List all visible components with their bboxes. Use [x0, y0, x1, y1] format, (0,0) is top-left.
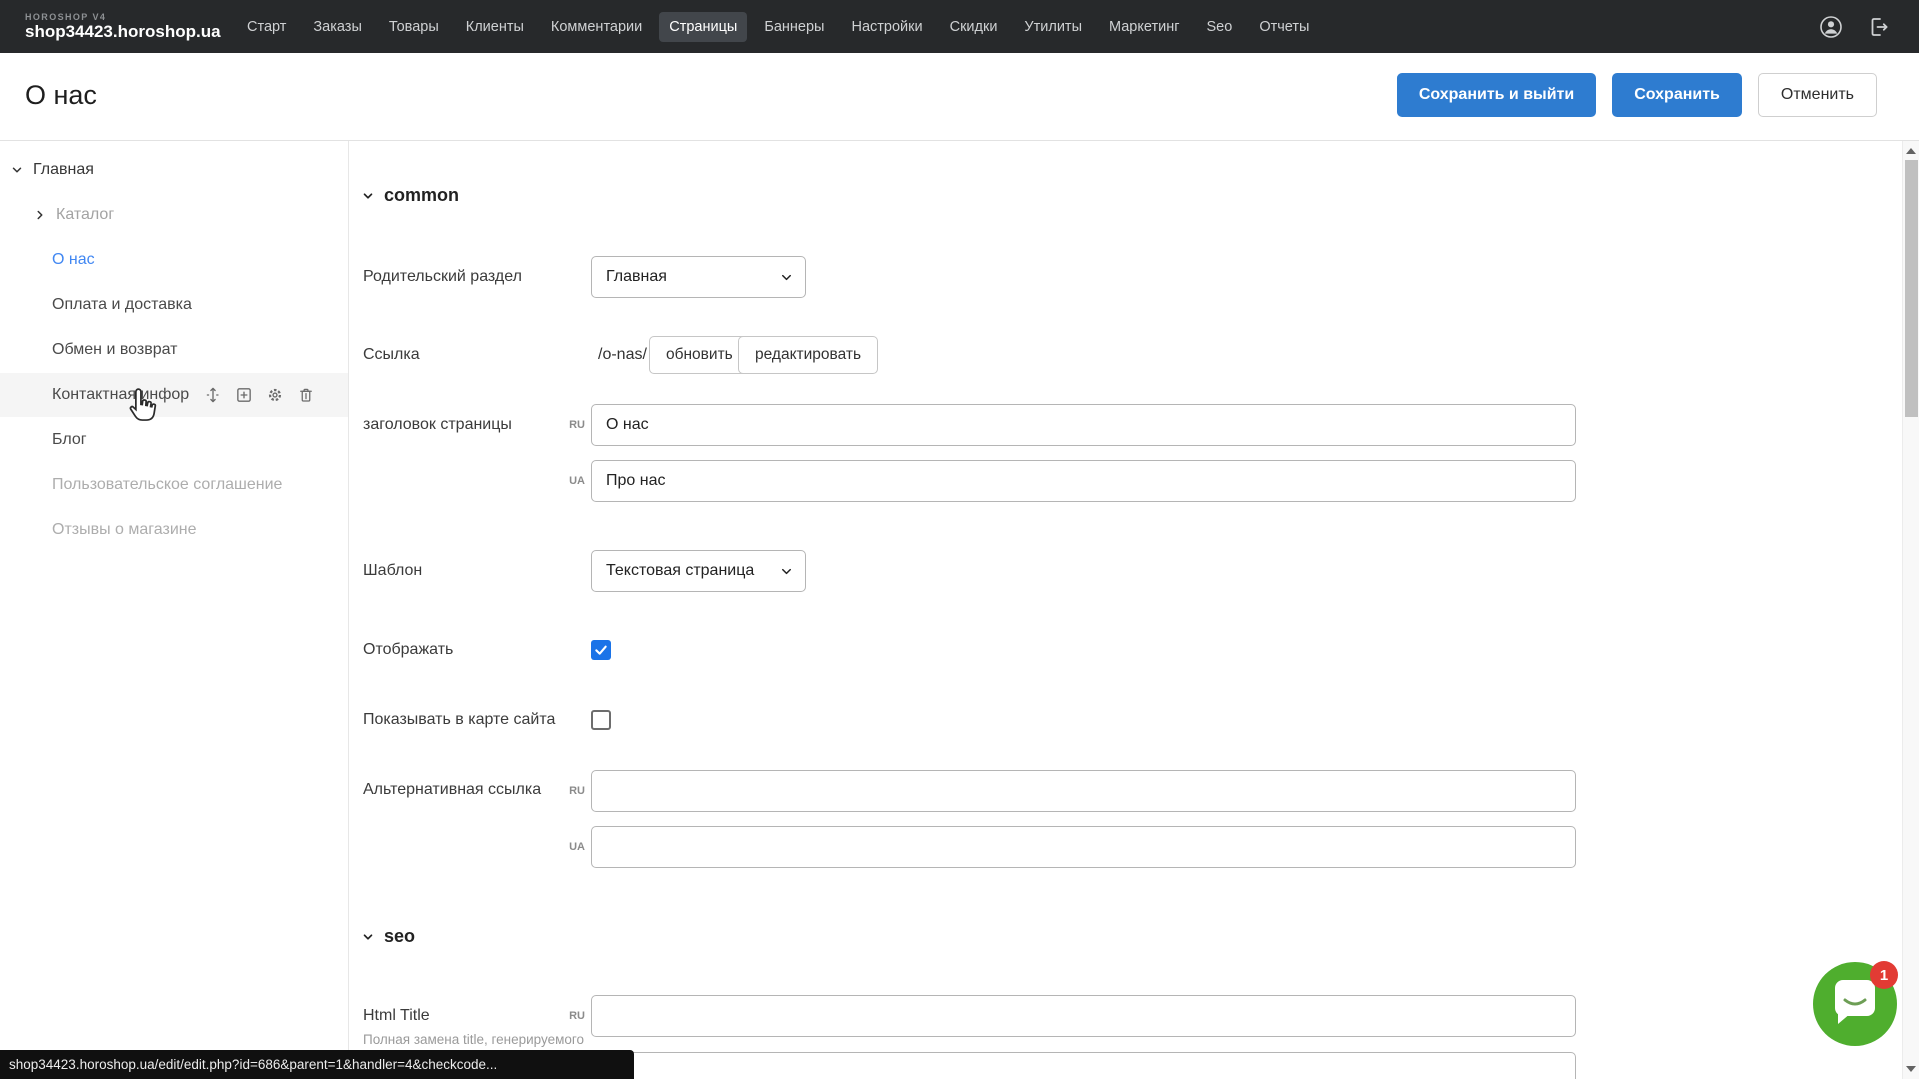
section-seo-title: seo	[384, 926, 415, 947]
nav-comments[interactable]: Комментарии	[541, 12, 652, 42]
scrollbar-down-arrow[interactable]	[1906, 1066, 1916, 1072]
chevron-down-icon	[779, 564, 794, 579]
nav-discounts[interactable]: Скидки	[940, 12, 1008, 42]
cancel-button[interactable]: Отменить	[1758, 73, 1877, 117]
section-common-title: common	[384, 185, 459, 206]
nav-products[interactable]: Товары	[379, 12, 449, 42]
display-checkbox[interactable]	[591, 640, 611, 660]
chevron-down-icon	[779, 270, 794, 285]
display-label: Отображать	[363, 639, 453, 661]
sidebar-item-oplata[interactable]: Оплата и доставка	[0, 283, 348, 327]
chat-unread-badge: 1	[1870, 961, 1898, 989]
scrollbar-up-arrow[interactable]	[1906, 148, 1916, 154]
sidebar-item-soglashenie[interactable]: Пользовательское соглашение	[0, 463, 348, 507]
nav-pages[interactable]: Страницы	[659, 12, 747, 42]
sidebar-item-label: Пользовательское соглашение	[52, 476, 282, 494]
sidebar-item-katalog[interactable]: Каталог	[0, 193, 348, 237]
sidebar-item-label: О нас	[52, 251, 95, 269]
section-common-toggle[interactable]: common	[361, 185, 459, 206]
trash-icon[interactable]	[297, 386, 315, 404]
sidebar-item-label: Блог	[52, 431, 87, 449]
sidebar-item-label: Оплата и доставка	[52, 296, 192, 314]
vertical-scrollbar[interactable]	[1902, 141, 1919, 1079]
logo-domain: shop34423.horoshop.ua	[25, 22, 225, 42]
nav-orders[interactable]: Заказы	[303, 12, 371, 42]
topbar: HOROSHOP V4 shop34423.horoshop.ua Старт …	[0, 0, 1919, 53]
lang-tag-ua: UA	[555, 474, 585, 488]
nav-settings[interactable]: Настройки	[841, 12, 932, 42]
page-title-field-label: заголовок страницы	[363, 414, 512, 436]
lang-tag-ru: RU	[555, 1009, 585, 1023]
lang-tag-ua: UA	[555, 840, 585, 854]
page-header: О нас Сохранить и выйти Сохранить Отмени…	[0, 53, 1919, 141]
logout-icon[interactable]	[1867, 15, 1891, 39]
template-value: Текстовая страница	[606, 562, 754, 580]
add-icon[interactable]	[235, 386, 253, 404]
html-title-ua-input[interactable]	[591, 1052, 1576, 1079]
sidebar-item-label: Главная	[33, 161, 94, 179]
page-edit-form: common Родительский раздел Главная Ссылк…	[348, 141, 1902, 1079]
scrollbar-thumb[interactable]	[1905, 160, 1918, 417]
chevron-right-icon[interactable]	[33, 208, 47, 222]
link-path-value: /o-nas/	[598, 344, 647, 366]
parent-section-label: Родительский раздел	[363, 266, 522, 288]
template-label: Шаблон	[363, 560, 422, 582]
section-seo-toggle[interactable]: seo	[361, 926, 415, 947]
tree-row-actions	[204, 386, 315, 404]
link-edit-button[interactable]: редактировать	[738, 336, 878, 374]
chevron-down-icon	[361, 930, 375, 944]
sidebar-item-kontaktnaya[interactable]: Контактная инфор	[0, 373, 348, 417]
nav-utilities[interactable]: Утилиты	[1014, 12, 1092, 42]
nav-marketing[interactable]: Маркетинг	[1099, 12, 1190, 42]
topbar-icons	[1819, 15, 1891, 39]
parent-section-select[interactable]: Главная	[591, 256, 806, 298]
logo-brand: HOROSHOP V4	[25, 12, 225, 22]
save-and-exit-button[interactable]: Сохранить и выйти	[1397, 73, 1596, 117]
nav-banners[interactable]: Баннеры	[754, 12, 834, 42]
chevron-down-icon[interactable]	[10, 163, 24, 177]
sidebar-item-obmen[interactable]: Обмен и возврат	[0, 328, 348, 372]
sidebar-item-label: Каталог	[56, 206, 114, 224]
main-nav: Старт Заказы Товары Клиенты Комментарии …	[237, 12, 1319, 42]
account-icon[interactable]	[1819, 15, 1843, 39]
save-button[interactable]: Сохранить	[1612, 73, 1742, 117]
nav-clients[interactable]: Клиенты	[456, 12, 534, 42]
sitemap-label: Показывать в карте сайта	[363, 709, 555, 731]
parent-section-value: Главная	[606, 268, 667, 286]
nav-reports[interactable]: Отчеты	[1249, 12, 1319, 42]
sidebar-item-o-nas[interactable]: О нас	[0, 238, 348, 282]
sitemap-checkbox[interactable]	[591, 710, 611, 730]
logo[interactable]: HOROSHOP V4 shop34423.horoshop.ua	[25, 12, 225, 42]
status-url-tooltip: shop34423.horoshop.ua/edit/edit.php?id=6…	[0, 1050, 634, 1079]
check-icon	[593, 642, 609, 658]
mouse-cursor-hand	[124, 387, 160, 427]
alt-link-ru-input[interactable]	[591, 770, 1576, 812]
page-title: О нас	[25, 80, 97, 111]
sidebar-item-otzyvy[interactable]: Отзывы о магазине	[0, 508, 348, 552]
link-update-button[interactable]: обновить	[649, 336, 750, 374]
alt-link-label: Альтернативная ссылка	[363, 779, 541, 801]
chevron-down-icon	[361, 189, 375, 203]
html-title-ru-input[interactable]	[591, 995, 1576, 1037]
sidebar-item-label: Обмен и возврат	[52, 341, 177, 359]
sidebar-item-label: Отзывы о магазине	[52, 521, 197, 539]
gear-icon[interactable]	[266, 386, 284, 404]
link-label: Ссылка	[363, 344, 420, 366]
lang-tag-ru: RU	[555, 784, 585, 798]
html-title-label: Html Title	[363, 1005, 430, 1027]
sidebar-item-glavnaya[interactable]: Главная	[0, 148, 348, 192]
sidebar-tree: Главная Каталог О нас Оплата и доставка …	[0, 141, 348, 1079]
template-select[interactable]: Текстовая страница	[591, 550, 806, 592]
sidebar-item-blog[interactable]: Блог	[0, 418, 348, 462]
sidebar-item-label: Контактная инфор	[52, 386, 189, 404]
page-title-ua-input[interactable]	[591, 460, 1576, 502]
move-icon[interactable]	[204, 386, 222, 404]
lang-tag-ru: RU	[555, 418, 585, 432]
nav-seo[interactable]: Seo	[1197, 12, 1243, 42]
nav-start[interactable]: Старт	[237, 12, 296, 42]
page-title-ru-input[interactable]	[591, 404, 1576, 446]
html-title-hint: Полная замена title, генерируемого	[363, 1031, 584, 1048]
alt-link-ua-input[interactable]	[591, 826, 1576, 868]
header-buttons: Сохранить и выйти Сохранить Отменить	[1397, 73, 1877, 117]
